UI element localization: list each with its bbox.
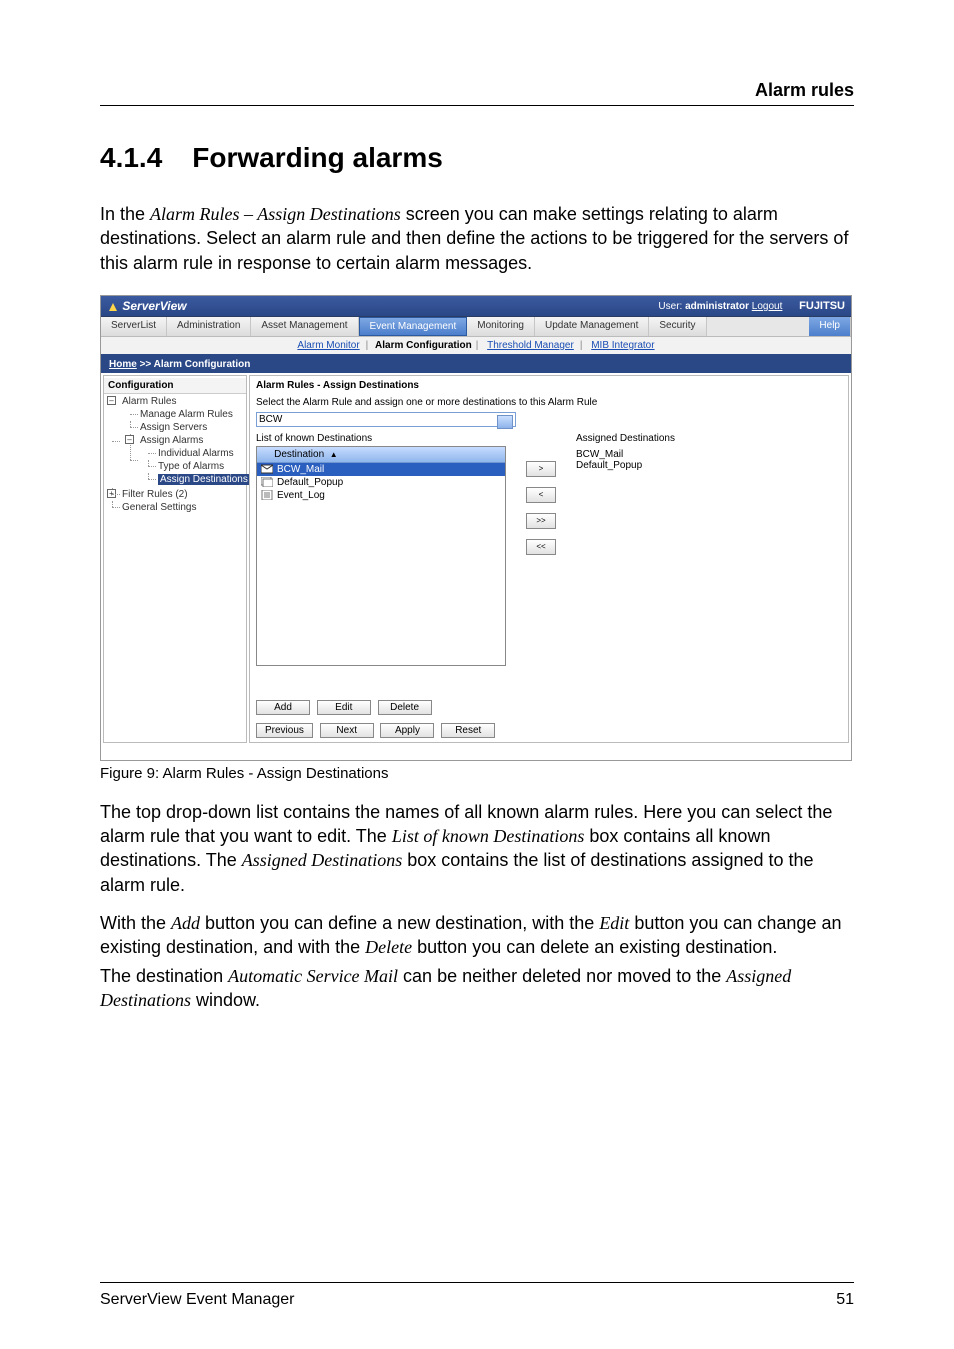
- assigned-destinations-list[interactable]: BCW_Mail Default_Popup: [576, 446, 756, 471]
- move-right-button[interactable]: >: [526, 461, 556, 477]
- tab-help[interactable]: Help: [809, 317, 851, 336]
- known-dest-label: List of known Destinations: [256, 433, 506, 444]
- config-sidebar: Configuration –Alarm Rules Manage Alarm …: [103, 375, 247, 743]
- user-box: User: administrator Logout FUJITSU: [658, 300, 845, 312]
- para-4: The destination Automatic Service Mail c…: [100, 964, 854, 1013]
- app-brand: ServerView: [122, 299, 186, 313]
- next-button[interactable]: Next: [320, 723, 374, 738]
- tab-asset-management[interactable]: Asset Management: [251, 317, 358, 336]
- para-2: The top drop-down list contains the name…: [100, 800, 854, 897]
- figure-caption: Figure 9: Alarm Rules - Assign Destinati…: [100, 765, 854, 782]
- user-name: administrator: [685, 301, 749, 312]
- popup-icon: [261, 477, 273, 487]
- tree-assign-destinations[interactable]: Assign Destinations: [144, 473, 242, 486]
- app-titlebar: ServerView User: administrator Logout FU…: [101, 296, 851, 317]
- section-title: Forwarding alarms: [192, 142, 443, 173]
- tree-assign-alarms[interactable]: –Assign Alarms Individual Alarms Type of…: [126, 434, 244, 487]
- subtab-mib-integrator[interactable]: MIB Integrator: [591, 340, 654, 351]
- reset-button[interactable]: Reset: [441, 723, 495, 738]
- sidebar-title: Configuration: [104, 378, 246, 394]
- subtab-alarm-monitor[interactable]: Alarm Monitor: [297, 340, 359, 351]
- subtab-alarm-configuration[interactable]: Alarm Configuration: [375, 340, 472, 351]
- para-1: In the Alarm Rules – Assign Destinations…: [100, 202, 854, 275]
- tree-general-settings[interactable]: General Settings: [108, 501, 246, 514]
- tree-assign-servers[interactable]: Assign Servers: [126, 421, 244, 434]
- wizard-button-row: Previous Next Apply Reset: [256, 723, 842, 738]
- para-3: With the Add button you can define a new…: [100, 911, 854, 960]
- main-pane: Alarm Rules - Assign Destinations Select…: [249, 375, 849, 743]
- fujitsu-logo: FUJITSU: [799, 300, 845, 312]
- main-tab-bar: ServerList Administration Asset Manageme…: [101, 317, 851, 337]
- main-instruction: Select the Alarm Rule and assign one or …: [256, 397, 842, 408]
- move-all-left-button[interactable]: <<: [526, 539, 556, 555]
- known-destinations-list[interactable]: Destination ▲ BCW_Mail Default_Popup: [256, 446, 506, 666]
- tab-security[interactable]: Security: [649, 317, 706, 336]
- footer-page-number: 51: [836, 1291, 854, 1309]
- breadcrumb-current: Alarm Configuration: [154, 359, 251, 370]
- breadcrumb: Home >> Alarm Configuration: [101, 356, 851, 373]
- edit-button[interactable]: Edit: [317, 700, 371, 715]
- tree-type-of-alarms[interactable]: Type of Alarms: [144, 460, 242, 473]
- list-item[interactable]: Event_Log: [257, 489, 505, 502]
- section-heading: 4.1.4 Forwarding alarms: [100, 142, 854, 174]
- delete-button[interactable]: Delete: [378, 700, 432, 715]
- breadcrumb-home[interactable]: Home: [109, 359, 137, 370]
- page-header-title: Alarm rules: [100, 80, 854, 101]
- transfer-buttons: > < >> <<: [526, 461, 556, 555]
- dest-column-header: Destination ▲: [257, 447, 505, 463]
- mail-icon: [261, 464, 273, 474]
- tab-update-management[interactable]: Update Management: [535, 317, 649, 336]
- logout-link[interactable]: Logout: [752, 301, 783, 312]
- subtab-threshold-manager[interactable]: Threshold Manager: [487, 340, 574, 351]
- tree-manage-alarm-rules[interactable]: Manage Alarm Rules: [126, 408, 244, 421]
- move-left-button[interactable]: <: [526, 487, 556, 503]
- main-title: Alarm Rules - Assign Destinations: [256, 380, 842, 391]
- previous-button[interactable]: Previous: [256, 723, 313, 738]
- tab-serverlist[interactable]: ServerList: [101, 317, 167, 336]
- apply-button[interactable]: Apply: [380, 723, 434, 738]
- serverview-logo-icon: [107, 301, 119, 313]
- tab-event-management[interactable]: Event Management: [359, 317, 468, 336]
- list-item[interactable]: BCW_Mail: [257, 463, 505, 476]
- tab-monitoring[interactable]: Monitoring: [467, 317, 535, 336]
- list-item[interactable]: Default_Popup: [257, 476, 505, 489]
- footer-doc-title: ServerView Event Manager: [100, 1291, 294, 1309]
- alarm-rule-select[interactable]: BCW: [256, 412, 516, 427]
- screenshot-figure: ServerView User: administrator Logout FU…: [100, 295, 852, 761]
- assigned-dest-label: Assigned Destinations: [576, 433, 756, 444]
- dest-button-row: Add Edit Delete: [256, 700, 842, 715]
- config-tree: –Alarm Rules Manage Alarm Rules Assign S…: [104, 395, 246, 514]
- list-item[interactable]: BCW_Mail: [576, 449, 756, 460]
- tree-alarm-rules[interactable]: –Alarm Rules Manage Alarm Rules Assign S…: [108, 395, 246, 488]
- section-number: 4.1.4: [100, 142, 162, 173]
- list-item[interactable]: Default_Popup: [576, 460, 756, 471]
- tree-individual-alarms[interactable]: Individual Alarms: [144, 447, 242, 460]
- move-all-right-button[interactable]: >>: [526, 513, 556, 529]
- add-button[interactable]: Add: [256, 700, 310, 715]
- tree-filter-rules[interactable]: +Filter Rules (2): [108, 488, 246, 501]
- sub-tab-bar: Alarm Monitor| Alarm Configuration| Thre…: [101, 337, 851, 356]
- tab-administration[interactable]: Administration: [167, 317, 251, 336]
- log-icon: [261, 490, 273, 500]
- header-divider: [100, 105, 854, 106]
